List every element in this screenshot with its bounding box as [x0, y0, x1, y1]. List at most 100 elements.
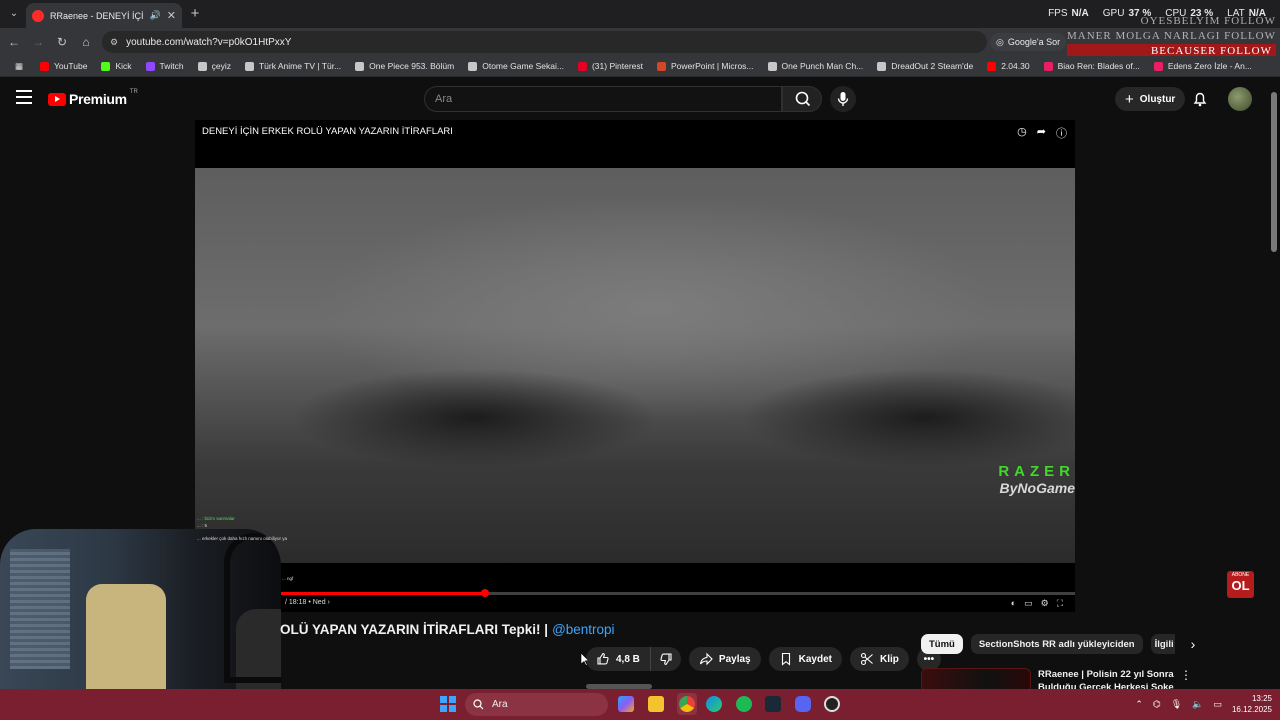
- bookmark-item[interactable]: Otome Game Sekai...: [461, 56, 571, 77]
- bookmark-label: Edens Zero İzle - An...: [1167, 61, 1252, 71]
- bookmark-favicon-icon: [877, 61, 887, 71]
- chrome-icon[interactable]: [679, 696, 695, 712]
- youtube-header: Premium TR Ara + Oluştur: [0, 78, 1280, 120]
- windows-start-icon[interactable]: [440, 696, 456, 712]
- time-readout: / 18:18 • Ned ›: [285, 599, 330, 606]
- discord-icon[interactable]: [795, 696, 811, 712]
- create-button[interactable]: + Oluştur: [1115, 87, 1186, 111]
- bookmark-favicon-icon: [767, 61, 777, 71]
- bookmark-item[interactable]: Kick: [94, 56, 138, 77]
- share-button[interactable]: Paylaş: [688, 647, 761, 671]
- reload-icon[interactable]: ↻: [54, 34, 70, 50]
- youtube-premium-logo[interactable]: Premium TR: [48, 89, 138, 107]
- progress-bar[interactable]: [195, 589, 1075, 597]
- chip-related[interactable]: İlgili: [1150, 634, 1175, 654]
- home-icon[interactable]: ⌂: [78, 34, 94, 50]
- url-text[interactable]: youtube.com/watch?v=p0kO1HtPxxY: [126, 37, 291, 48]
- vertical-scrollbar[interactable]: [1271, 92, 1277, 252]
- close-tab-icon[interactable]: ✕: [167, 9, 176, 22]
- steam-icon[interactable]: [765, 696, 781, 712]
- copilot-icon[interactable]: [618, 696, 634, 712]
- video-player[interactable]: DENEYİ İÇİN ERKEK ROLÜ YAPAN YAZARIN İTİ…: [195, 120, 1075, 612]
- save-button[interactable]: Kaydet: [768, 647, 842, 671]
- bookmark-favicon-icon: [577, 61, 587, 71]
- like-button[interactable]: 4,8 B: [586, 647, 651, 671]
- search-icon: [473, 699, 484, 710]
- taskbar-clock[interactable]: 13:25 16.12.2025: [1232, 693, 1272, 715]
- more-dots-icon: •••: [923, 653, 935, 665]
- channel-handle-link[interactable]: @bentropi: [552, 622, 615, 637]
- bookmark-favicon-icon: [40, 61, 50, 71]
- bookmark-item[interactable]: PowerPoint | Micros...: [650, 56, 761, 77]
- site-info-icon[interactable]: ⚙: [110, 37, 118, 48]
- recommended-video-title[interactable]: RRaenee | Polisin 22 yıl Sonra Bulduğu G…: [1038, 668, 1178, 690]
- lens-icon: ◎: [996, 36, 1004, 47]
- bookmark-item[interactable]: One Punch Man Ch...: [761, 56, 871, 77]
- clip-button[interactable]: Klip: [849, 647, 909, 671]
- taskbar-search[interactable]: Ara: [465, 693, 608, 716]
- like-dislike-group: 4,8 B: [586, 647, 681, 671]
- watch-later-icon[interactable]: ◷: [1017, 125, 1027, 141]
- bookmark-item[interactable]: (31) Pinterest: [571, 56, 650, 77]
- bookmark-favicon-icon: [101, 61, 111, 71]
- search-input[interactable]: Ara: [424, 86, 782, 112]
- tab-title: RRaenee - DENEYİ İÇİN ER...: [50, 10, 144, 21]
- spotify-icon[interactable]: [736, 696, 752, 712]
- bookmark-item[interactable]: Twitch: [139, 56, 191, 77]
- chat-overlay: ... : bizim sanmalar ... : 5 ... erkekle…: [197, 516, 294, 581]
- bookmark-label: 2.04.30: [1001, 61, 1030, 71]
- chevron-up-icon[interactable]: ⌃: [1135, 699, 1143, 710]
- microphone-icon[interactable]: 🎙: [1171, 699, 1182, 710]
- bookmark-label: One Piece 953. Bölüm: [369, 61, 455, 71]
- bookmark-label: Biao Ren: Blades of...: [1057, 61, 1140, 71]
- bookmark-item[interactable]: DreadOut 2 Steam'de: [870, 56, 980, 77]
- progress-scrubber[interactable]: [481, 589, 490, 597]
- fullscreen-icon[interactable]: ⛶: [1057, 598, 1063, 609]
- network-icon[interactable]: ⌬: [1153, 699, 1161, 710]
- battery-icon[interactable]: ▭: [1213, 699, 1222, 710]
- edge-icon[interactable]: [706, 696, 722, 712]
- voice-search-button[interactable]: [830, 86, 856, 112]
- subscribe-overlay-badge: ABONE OL: [1227, 571, 1254, 598]
- account-avatar[interactable]: [1228, 87, 1252, 111]
- video-bottom-controls: ◐ ▭ ⚙ ⛶: [1011, 598, 1063, 609]
- volume-icon[interactable]: 🔈: [1192, 699, 1203, 710]
- bookmark-item[interactable]: çeyiz: [191, 56, 238, 77]
- google-ask-button[interactable]: ◎ Google'a Sor: [990, 33, 1067, 51]
- bookmark-item[interactable]: YouTube: [33, 56, 94, 77]
- bookmark-label: Türk Anime TV | Tür...: [258, 61, 342, 71]
- notifications-bell-icon[interactable]: [1191, 90, 1209, 108]
- menu-icon[interactable]: [16, 90, 32, 104]
- kebab-menu-icon[interactable]: ⋮: [1180, 668, 1192, 682]
- bookmark-favicon-icon: [1153, 61, 1163, 71]
- page-title: OLÜ YAPAN YAZARIN İTİRAFLARI Tepki! | @be…: [280, 622, 615, 637]
- bookmark-item[interactable]: Türk Anime TV | Tür...: [238, 56, 348, 77]
- new-tab-button[interactable]: +: [186, 5, 204, 23]
- bookmark-item[interactable]: One Piece 953. Bölüm: [348, 56, 461, 77]
- dislike-button[interactable]: [650, 647, 681, 671]
- chip-uploader[interactable]: SectionShots RR adlı yükleyiciden: [970, 634, 1143, 654]
- apps-grid-icon[interactable]: ▦: [8, 56, 33, 77]
- file-explorer-icon[interactable]: [648, 696, 664, 712]
- tab-search-button[interactable]: ⌄: [6, 6, 22, 22]
- subtitles-icon[interactable]: ▭: [1024, 598, 1033, 609]
- active-tab[interactable]: RRaenee - DENEYİ İÇİN ER... 🔊 ✕: [26, 3, 182, 28]
- bookmark-item[interactable]: Biao Ren: Blades of...: [1037, 56, 1147, 77]
- autoplay-toggle-icon[interactable]: ◐: [1011, 598, 1016, 609]
- search-button[interactable]: [782, 86, 822, 112]
- forward-arrow-icon[interactable]: →: [30, 34, 46, 50]
- chevron-right-icon[interactable]: ›: [1191, 636, 1196, 652]
- address-bar[interactable]: ⚙ youtube.com/watch?v=p0kO1HtPxxY: [102, 31, 987, 53]
- related-filter-chips: Tümü SectionShots RR adlı yükleyiciden İ…: [921, 634, 1195, 654]
- bookmark-item[interactable]: Edens Zero İzle - An...: [1147, 56, 1259, 77]
- bookmark-favicon-icon: [987, 61, 997, 71]
- settings-gear-icon[interactable]: ⚙: [1041, 598, 1049, 609]
- info-icon[interactable]: ⓘ: [1056, 125, 1067, 141]
- speaker-icon[interactable]: 🔊: [150, 10, 161, 21]
- chip-all[interactable]: Tümü: [921, 634, 963, 654]
- bookmark-item[interactable]: 2.04.30: [980, 56, 1036, 77]
- follow-alert-overlay: OYESBELYIM FOLLOW MANER MOLGA NARLAGI FO…: [1066, 14, 1276, 59]
- obs-icon[interactable]: [824, 696, 840, 712]
- back-arrow-icon[interactable]: ←: [6, 34, 22, 50]
- share-arrow-icon[interactable]: ➦: [1037, 125, 1046, 141]
